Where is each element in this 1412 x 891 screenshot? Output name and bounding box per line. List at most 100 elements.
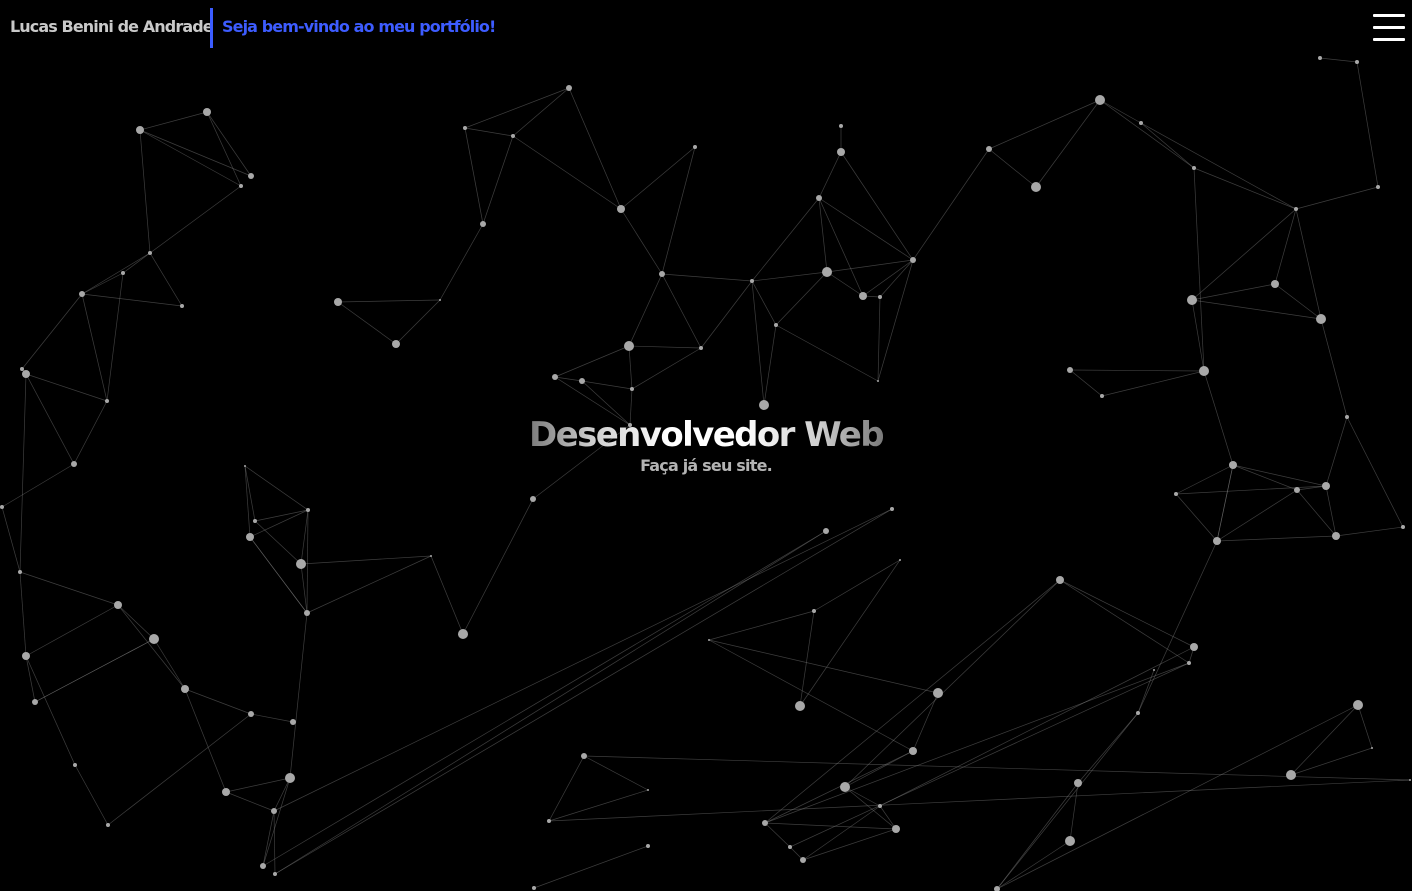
network-link: [512, 87, 570, 137]
network-link: [395, 299, 441, 345]
menu-bar-middle: [1373, 26, 1405, 29]
network-link: [462, 498, 534, 635]
network-particle: [246, 533, 254, 541]
network-link: [802, 828, 897, 861]
network-link: [583, 755, 1411, 781]
network-link: [274, 530, 827, 875]
network-link: [254, 509, 309, 522]
network-particle: [910, 257, 916, 263]
network-link: [826, 259, 914, 273]
network-particle: [0, 505, 4, 509]
network-link: [439, 223, 484, 301]
network-link: [1290, 747, 1373, 776]
network-link: [988, 99, 1101, 150]
network-particle: [1100, 394, 1104, 398]
network-particle: [581, 753, 587, 759]
network-particle: [1316, 314, 1326, 324]
network-link: [764, 822, 791, 848]
network-particle: [149, 634, 159, 644]
network-particle: [285, 773, 295, 783]
network-link: [1216, 535, 1337, 542]
network-link: [1059, 579, 1195, 648]
network-particle: [566, 85, 572, 91]
network-link: [1357, 704, 1373, 749]
network-particle: [909, 747, 917, 755]
network-particle: [859, 292, 867, 300]
network-particle: [659, 271, 665, 277]
network-particle: [788, 845, 792, 849]
hero-title: Desenvolvedor Web: [529, 412, 885, 458]
network-particle: [1271, 280, 1279, 288]
network-link: [482, 135, 514, 225]
network-link: [250, 713, 294, 723]
network-particle: [32, 699, 38, 705]
network-link: [337, 301, 397, 345]
network-link: [249, 536, 308, 614]
network-link: [1191, 299, 1322, 320]
network-link: [862, 259, 914, 297]
hero-section: Desenvolvedor Web Faça já seu site.: [0, 412, 1412, 475]
network-particle: [1213, 537, 1221, 545]
network-particle: [837, 148, 845, 156]
network-particle: [795, 701, 805, 711]
network-link: [249, 509, 309, 538]
network-link: [1216, 489, 1298, 542]
network-link: [337, 299, 441, 303]
network-particle: [1294, 487, 1300, 493]
network-link: [1099, 99, 1142, 124]
top-header: Lucas Benini de Andrade Seja bem-vindo a…: [0, 0, 1412, 54]
network-particle: [1355, 60, 1359, 64]
hamburger-menu-icon[interactable]: [1373, 14, 1405, 42]
network-link: [700, 280, 753, 349]
network-link: [844, 579, 1061, 788]
network-link: [1099, 99, 1195, 169]
network-link: [1295, 186, 1379, 210]
network-link: [1175, 485, 1327, 495]
network-link: [844, 786, 881, 807]
network-link: [554, 376, 583, 382]
network-particle: [203, 108, 211, 116]
network-link: [996, 840, 1071, 890]
network-link: [149, 252, 183, 307]
network-link: [81, 272, 124, 295]
network-link: [149, 185, 242, 254]
network-particle: [878, 804, 882, 808]
network-particle: [816, 195, 822, 201]
network-particle: [22, 370, 30, 378]
network-link: [464, 87, 570, 129]
network-particle: [1065, 836, 1075, 846]
network-link: [184, 688, 252, 715]
network-link: [1335, 526, 1404, 537]
network-link: [661, 146, 696, 275]
menu-bar-bottom: [1373, 38, 1405, 41]
network-link: [628, 345, 702, 349]
network-particle: [1031, 182, 1041, 192]
network-particle: [624, 341, 634, 351]
network-particle: [708, 639, 710, 641]
network-particle: [1187, 661, 1191, 665]
network-particle: [699, 346, 703, 350]
network-link: [1035, 99, 1101, 188]
network-link: [254, 520, 302, 565]
hero-subtitle: Faça já seu site.: [640, 456, 773, 475]
network-link: [184, 688, 227, 793]
network-particle: [1409, 779, 1411, 781]
network-link: [661, 273, 702, 349]
network-link: [789, 662, 1190, 848]
network-link: [818, 197, 828, 273]
network-particle: [480, 221, 486, 227]
network-particle: [547, 819, 551, 823]
network-link: [464, 127, 514, 137]
network-particle: [774, 323, 778, 327]
network-link: [533, 845, 649, 889]
network-link: [751, 271, 828, 282]
network-link: [799, 559, 901, 707]
network-link: [1137, 669, 1155, 714]
network-link: [1356, 61, 1379, 188]
network-link: [25, 655, 76, 766]
network-link: [21, 293, 83, 370]
header-divider: [210, 8, 213, 48]
network-link: [273, 777, 291, 812]
site-owner-name[interactable]: Lucas Benini de Andrade: [10, 17, 214, 36]
network-link: [996, 712, 1139, 890]
